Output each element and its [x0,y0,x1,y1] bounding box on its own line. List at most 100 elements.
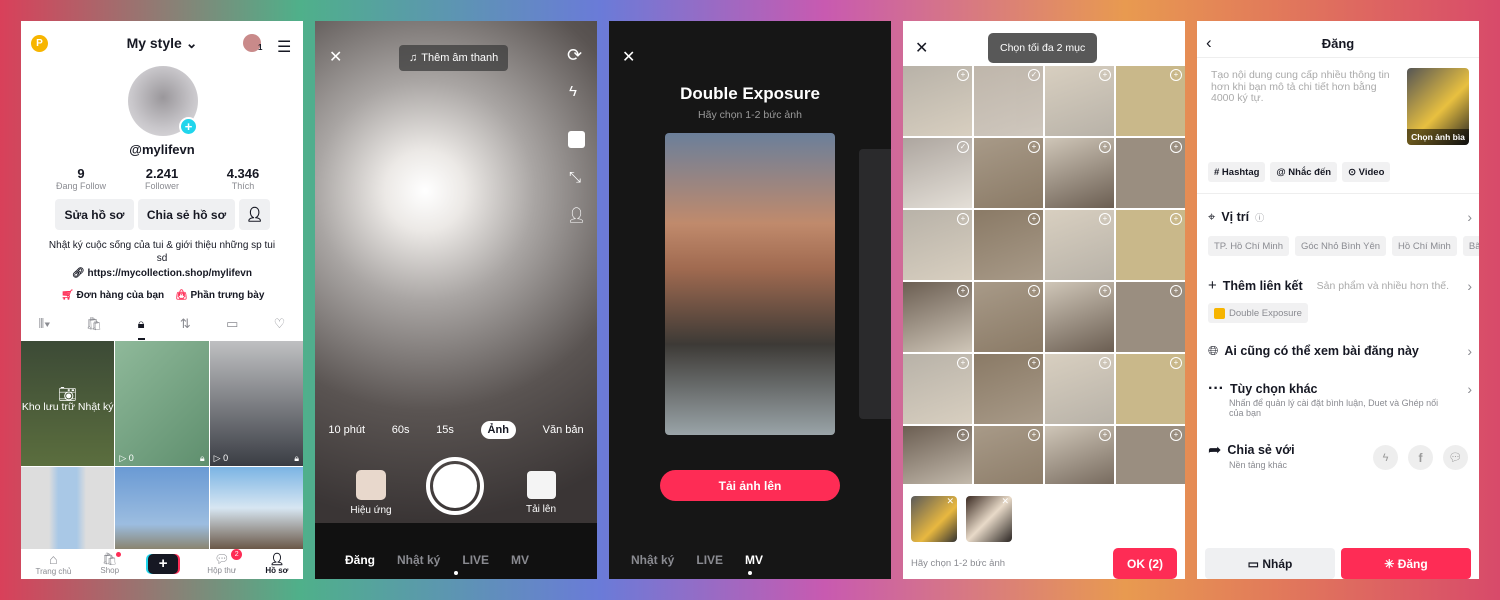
messenger-icon[interactable]: ϟ [1373,445,1398,470]
stat-following[interactable]: 9 Đang Follow [46,166,116,191]
photo-thumbnail[interactable]: + [1045,426,1114,484]
photo-thumbnail[interactable]: ✓ [903,138,972,208]
select-circle-icon[interactable]: + [1099,141,1111,153]
tab-reposts-icon[interactable]: ⇅ [180,316,191,340]
tab-shop-icon[interactable]: 🛍︎ [86,316,103,340]
video-thumbnail[interactable] [209,467,303,549]
photo-thumbnail[interactable]: + [974,138,1043,208]
select-circle-icon[interactable]: + [1170,429,1182,441]
select-circle-icon[interactable]: + [1028,429,1040,441]
select-circle-icon[interactable]: + [1170,285,1182,297]
mode-tab-story[interactable]: Nhật ký [397,553,440,567]
video-thumbnail[interactable]: ▷ 0 🔒︎ [115,341,209,466]
mode-tab-story[interactable]: Nhật ký [631,553,674,567]
select-circle-icon[interactable]: + [1028,141,1040,153]
photo-thumbnail[interactable]: + [1045,354,1114,424]
photo-thumbnail[interactable]: + [1116,66,1185,136]
upload-thumbnail[interactable] [527,471,556,499]
select-circle-icon[interactable]: + [1170,141,1182,153]
select-circle-icon[interactable]: + [1170,213,1182,225]
nav-inbox[interactable]: 💬︎ Hộp thư 2 [207,549,243,575]
mode-tab-mv[interactable]: MV [511,553,529,567]
archive-tile[interactable]: 📷︎ Kho lưu trữ Nhật ký [21,341,115,466]
select-circle-icon[interactable]: + [1099,69,1111,81]
location-chip[interactable]: Góc Nhỏ Bình Yên [1295,236,1387,256]
add-sound-button[interactable]: ♫ Thêm âm thanh [399,45,509,71]
select-circle-icon[interactable]: + [1099,357,1111,369]
hashtag-button[interactable]: # Hashtag [1208,162,1266,182]
nav-shop[interactable]: 🛍︎ Shop [100,552,122,575]
upload-photos-button[interactable]: Tải ảnh lên [660,470,840,501]
draft-button[interactable]: ▭ Nháp [1205,548,1335,579]
cover-image[interactable]: Chọn ảnh bìa [1407,68,1469,145]
publish-button[interactable]: ✳ Đăng [1341,548,1471,579]
select-circle-icon[interactable]: + [957,285,969,297]
video-thumbnail[interactable] [115,467,209,549]
photo-thumbnail[interactable]: + [974,210,1043,280]
photo-thumbnail[interactable]: + [1116,138,1185,208]
video-thumbnail[interactable]: ▷ 0 🔒︎ [209,341,303,466]
select-circle-icon[interactable]: + [1099,213,1111,225]
duration-option-selected[interactable]: Ảnh [480,421,516,439]
close-icon[interactable]: ✕ [622,47,635,67]
tab-private-icon[interactable]: 🔒︎ [137,316,145,340]
select-circle-icon[interactable]: + [1099,285,1111,297]
photo-thumbnail[interactable]: + [903,66,972,136]
photo-thumbnail[interactable]: + [974,426,1043,484]
photo-thumbnail[interactable]: + [1116,354,1185,424]
remove-icon[interactable]: ✕ [1001,496,1009,507]
photo-thumbnail[interactable]: + [903,426,972,484]
select-circle-icon[interactable]: + [1170,357,1182,369]
menu-icon[interactable]: ☰ [277,37,291,57]
ok-button[interactable]: OK (2) [1113,548,1177,579]
nav-profile[interactable]: 👤︎ Hồ sơ [265,552,288,575]
stat-followers[interactable]: 2.241 Follower [127,166,197,191]
selected-photo[interactable]: ✕ [911,496,957,542]
location-row[interactable]: ⌖ Vị trí ⓘ › [1208,209,1472,225]
add-friend-icon[interactable]: 👤︎ [239,199,270,230]
select-circle-icon[interactable]: + [957,429,969,441]
tab-favorites-icon[interactable]: ▭ [226,316,238,340]
duration-option[interactable]: 10 phút [328,424,365,436]
add-link-row[interactable]: + Thêm liên kết Sản phẩm và nhiều hơn thế.… [1208,277,1472,294]
effects-thumbnail[interactable] [356,470,386,500]
stat-likes[interactable]: 4.346 Thích [208,166,278,191]
photo-thumbnail[interactable]: ✓ [974,66,1043,136]
flip-camera-icon[interactable]: ⟳ [567,45,582,66]
select-circle-icon[interactable]: + [1028,213,1040,225]
video-thumbnail[interactable] [21,467,115,549]
location-chip[interactable]: Bãi b [1462,236,1479,256]
close-icon[interactable]: ✕ [329,47,342,67]
selected-check-icon[interactable]: ✓ [957,141,969,153]
facebook-icon[interactable]: f [1408,445,1433,470]
description-input[interactable]: Tạo nội dung cung cấp nhiều thông tin hơ… [1211,69,1391,105]
beauty-icon[interactable]: 👤︎ [567,206,586,224]
mode-tab-post[interactable]: Đăng [345,553,375,567]
mode-tab-live[interactable]: LIVE [462,553,489,567]
duration-option[interactable]: 60s [392,424,410,436]
photo-thumbnail[interactable]: + [1045,138,1114,208]
next-template-preview[interactable] [859,149,891,419]
shutter-button[interactable] [426,457,484,515]
photo-thumbnail[interactable]: + [903,354,972,424]
privacy-row[interactable]: 🌐︎ Ai cũng có thể xem bài đăng này › [1208,343,1472,359]
showcase-link[interactable]: 👜︎ Phần trưng bày [175,290,264,301]
select-circle-icon[interactable]: + [957,69,969,81]
nav-home[interactable]: ⌂ Trang chủ [36,551,72,576]
photo-thumbnail[interactable]: + [1045,66,1114,136]
photo-thumbnail[interactable]: + [903,282,972,352]
collapse-icon[interactable]: ⤡ [569,169,581,186]
selected-photo[interactable]: ✕ [966,496,1012,542]
location-chip[interactable]: Hồ Chí Minh [1392,236,1457,256]
video-button[interactable]: ⊙ Video [1342,162,1391,182]
photo-thumbnail[interactable]: + [1116,282,1185,352]
select-circle-icon[interactable]: + [1028,357,1040,369]
tab-liked-icon[interactable]: ♡ [274,316,286,340]
select-circle-icon[interactable]: + [957,213,969,225]
template-chip[interactable]: Double Exposure [1208,303,1308,323]
photo-thumbnail[interactable]: + [1116,210,1185,280]
photo-thumbnail[interactable]: + [1045,282,1114,352]
photo-thumbnail[interactable]: + [1116,426,1185,484]
message-icon[interactable]: 💬︎ [1443,445,1468,470]
duration-option[interactable]: 15s [436,424,454,436]
